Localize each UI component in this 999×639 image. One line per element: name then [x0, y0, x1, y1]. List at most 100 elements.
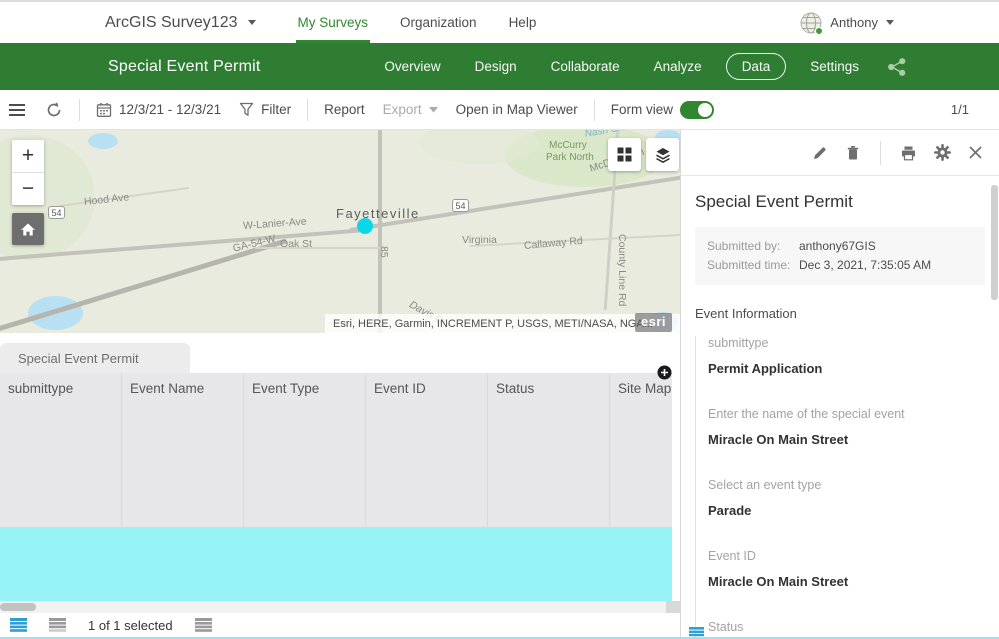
tab-settings[interactable]: Settings — [800, 54, 869, 79]
nav-item-help[interactable]: Help — [493, 2, 553, 43]
column-header-status[interactable]: Status — [488, 373, 610, 527]
avatar — [800, 12, 822, 34]
field-event-type: Select an event type Parade — [708, 478, 985, 518]
app-title-label: ArcGIS Survey123 — [105, 14, 238, 32]
app-title: ArcGIS Survey123 — [105, 14, 256, 32]
map-label: W-Lanier-Ave — [243, 216, 307, 232]
refresh-button[interactable] — [36, 90, 72, 129]
home-icon — [20, 222, 36, 237]
nav-label: Help — [509, 15, 537, 30]
table-view-button-active[interactable] — [10, 618, 27, 633]
form-view-control: Form view — [602, 90, 723, 129]
table-icon — [10, 618, 27, 633]
map-zoom-control: + − — [12, 140, 44, 205]
share-icon[interactable] — [887, 58, 907, 76]
home-extent-button[interactable] — [12, 213, 44, 245]
esri-logo: esri — [635, 313, 672, 332]
date-range-picker[interactable]: 12/3/21 - 12/3/21 — [87, 90, 230, 129]
table-row-selected[interactable] — [0, 527, 672, 601]
pencil-icon — [812, 145, 828, 161]
chevron-down-icon — [429, 107, 438, 113]
tab-data[interactable]: Data — [726, 53, 787, 80]
status-dot — [815, 27, 823, 35]
delete-button[interactable] — [845, 145, 861, 161]
field-label: submittype — [708, 336, 985, 350]
zoom-in-button[interactable]: + — [12, 140, 44, 172]
gear-icon — [934, 144, 951, 161]
highway-shield: 54 — [48, 206, 65, 219]
filter-button[interactable]: Filter — [230, 90, 300, 129]
map-label: Oak St — [280, 238, 312, 250]
close-button[interactable] — [968, 145, 983, 160]
settings-button[interactable] — [934, 144, 951, 161]
expand-table-button[interactable] — [657, 365, 672, 385]
field-submittype: submittype Permit Application — [708, 336, 985, 376]
edit-button[interactable] — [812, 145, 828, 161]
field-list: submittype Permit Application Enter the … — [695, 336, 985, 639]
field-event-id: Event ID Miracle On Main Street — [708, 549, 985, 589]
tab-design[interactable]: Design — [465, 54, 527, 79]
user-menu[interactable]: Anthony — [800, 12, 894, 34]
table-view-button-extra[interactable] — [195, 618, 212, 633]
survey-nav: Overview Design Collaborate Analyze Data… — [374, 53, 907, 80]
map-road — [378, 130, 382, 333]
column-header-event-id[interactable]: Event ID — [366, 373, 488, 527]
tab-overview[interactable]: Overview — [374, 54, 450, 79]
trash-icon — [845, 145, 861, 161]
filter-label: Filter — [261, 102, 291, 117]
column-header-site-map[interactable]: Site Map C — [610, 373, 672, 527]
vertical-scrollbar-thumb[interactable] — [991, 185, 998, 300]
map[interactable]: Nash Cre McCurry Park North McDonough Ho… — [0, 130, 680, 333]
submitted-by-label: Submitted by: — [707, 237, 799, 256]
table-tab-special-event-permit[interactable]: Special Event Permit — [0, 343, 190, 373]
field-value: Miracle On Main Street — [708, 574, 985, 589]
column-header-event-name[interactable]: Event Name — [122, 373, 244, 527]
field-value: Permit Application — [708, 361, 985, 376]
chevron-down-icon[interactable] — [248, 20, 256, 25]
tab-collaborate[interactable]: Collaborate — [541, 54, 630, 79]
form-view-toggle[interactable] — [680, 101, 714, 119]
table-tab-row: Special Event Permit — [0, 343, 680, 373]
submitted-time-value: Dec 3, 2021, 7:35:05 AM — [799, 256, 931, 275]
map-point-marker[interactable] — [357, 218, 373, 234]
submitted-by-value: anthony67GIS — [799, 237, 876, 256]
layers-icon — [655, 147, 671, 163]
user-name: Anthony — [830, 15, 878, 30]
table-footer: 1 of 1 selected — [0, 613, 680, 637]
basemap-button[interactable] — [608, 138, 641, 171]
panel-title: Special Event Permit — [695, 192, 985, 212]
nav-label: Organization — [400, 15, 477, 30]
panel-body: Special Event Permit Submitted by: antho… — [681, 192, 999, 639]
layers-button[interactable] — [646, 138, 679, 171]
nav-item-my-surveys[interactable]: My Surveys — [282, 2, 385, 43]
horizontal-scrollbar[interactable] — [0, 601, 672, 613]
export-button[interactable]: Export — [374, 90, 447, 129]
map-label-city: Fayetteville — [336, 206, 420, 221]
zoom-out-button[interactable]: − — [12, 173, 44, 205]
map-attribution: Esri, HERE, Garmin, INCREMENT P, USGS, M… — [325, 314, 680, 333]
field-value: Parade — [708, 503, 985, 518]
nav-item-organization[interactable]: Organization — [384, 2, 493, 43]
print-button[interactable] — [900, 145, 917, 161]
calendar-icon — [96, 102, 112, 118]
map-tools — [608, 138, 679, 171]
map-label: McCurry — [549, 140, 587, 151]
field-label: Status — [708, 620, 985, 634]
field-event-name: Enter the name of the special event Mira… — [708, 407, 985, 447]
field-label: Select an event type — [708, 478, 985, 492]
highway-shield: 54 — [452, 199, 469, 212]
submission-info: Submitted by: anthony67GIS Submitted tim… — [695, 227, 985, 285]
map-label: Park North — [546, 152, 594, 163]
column-header-submittype[interactable]: submittype — [0, 373, 122, 527]
report-button[interactable]: Report — [315, 90, 374, 129]
grid-icon — [617, 147, 632, 162]
panel-toolbar — [681, 130, 999, 176]
divider — [594, 99, 595, 121]
divider — [880, 141, 881, 165]
column-header-event-type[interactable]: Event Type — [244, 373, 366, 527]
table-view-button-alt[interactable] — [49, 618, 66, 633]
menu-button[interactable] — [0, 90, 36, 129]
scrollbar-thumb[interactable] — [0, 603, 36, 611]
open-in-map-viewer-button[interactable]: Open in Map Viewer — [447, 90, 587, 129]
tab-analyze[interactable]: Analyze — [644, 54, 712, 79]
